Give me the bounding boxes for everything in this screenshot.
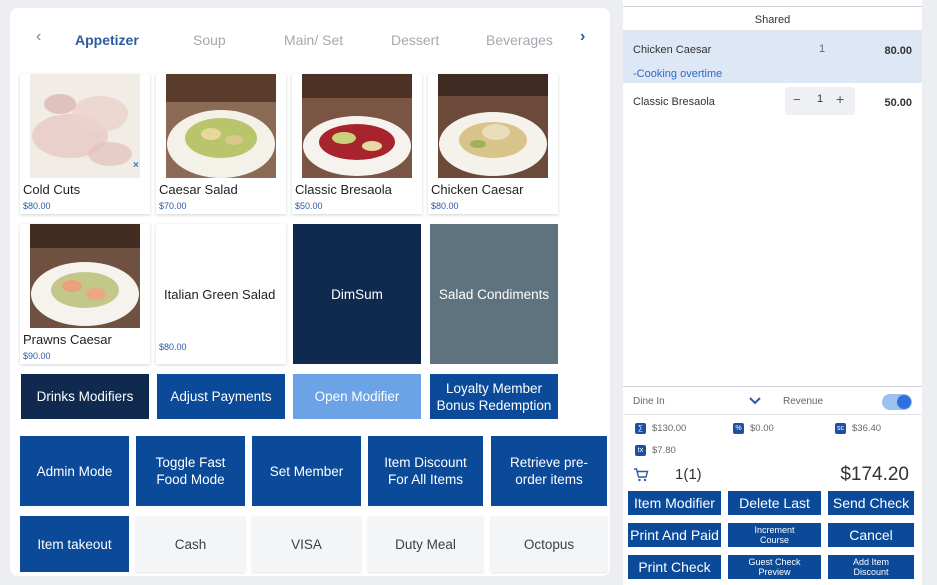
- set-member-button[interactable]: Set Member: [252, 436, 361, 506]
- drinks-modifiers-button[interactable]: Drinks Modifiers: [21, 374, 149, 419]
- qty-stepper: − 1 +: [785, 87, 855, 115]
- order-item-name: Chicken Caesar: [633, 44, 712, 56]
- order-section-label: Shared: [754, 14, 791, 26]
- next-category-icon[interactable]: ›: [580, 28, 585, 46]
- ad-close-icon[interactable]: ×: [133, 160, 139, 171]
- item-name: Caesar Salad: [159, 182, 238, 197]
- tax-summary: tx $7.80: [635, 442, 676, 460]
- revenue-toggle[interactable]: [882, 394, 912, 410]
- guest-check-preview-button[interactable]: Guest Check Preview: [728, 555, 821, 579]
- toggle-knob: [897, 395, 911, 409]
- subtotal-summary: ∑ $130.00: [635, 420, 686, 438]
- item-price: $50.00: [295, 201, 323, 211]
- tax-value: $7.80: [652, 445, 676, 457]
- dine-mode-select[interactable]: Dine In: [633, 396, 665, 407]
- minus-icon[interactable]: −: [793, 92, 801, 107]
- menu-item-classic-bresaola[interactable]: Classic Bresaola $50.00: [292, 74, 422, 214]
- item-modifier-button[interactable]: Item Modifier: [628, 491, 721, 515]
- admin-mode-button[interactable]: Admin Mode: [20, 436, 129, 506]
- service-charge-value: $36.40: [852, 423, 882, 435]
- order-item-selected[interactable]: Chicken Caesar 1 80.00 -Cooking overtime: [623, 31, 922, 83]
- add-item-discount-button[interactable]: Add Item Discount: [828, 555, 914, 579]
- tab-main-set[interactable]: Main/ Set: [284, 32, 343, 48]
- discount-icon: %: [733, 423, 744, 435]
- menu-item-chicken-caesar[interactable]: Chicken Caesar $80.00: [428, 74, 558, 214]
- adjust-payments-button[interactable]: Adjust Payments: [157, 374, 285, 419]
- order-item-price: 80.00: [884, 45, 912, 57]
- chicken-caesar-photo: [438, 74, 548, 178]
- visa-button[interactable]: VISA: [252, 516, 361, 572]
- item-price: $70.00: [159, 201, 187, 211]
- order-item-price: 50.00: [884, 97, 912, 109]
- divider: [623, 414, 922, 415]
- item-count: 1(1): [675, 466, 702, 483]
- category-tab-bar: ‹ Appetizer Soup Main/ Set Dessert Bever…: [10, 8, 610, 72]
- order-total: $174.20: [840, 464, 909, 485]
- tab-beverages[interactable]: Beverages: [486, 32, 553, 48]
- item-discount-all-button[interactable]: Item Discount For All Items: [368, 436, 483, 506]
- send-check-button[interactable]: Send Check: [828, 491, 914, 515]
- toggle-fast-food-button[interactable]: Toggle Fast Food Mode: [136, 436, 245, 506]
- discount-value: $0.00: [750, 423, 774, 435]
- discount-summary: % $0.00: [733, 420, 774, 438]
- subtotal-value: $130.00: [652, 423, 687, 435]
- subtotal-icon: ∑: [635, 423, 646, 435]
- item-name: Classic Bresaola: [295, 182, 392, 197]
- order-item-qty: 1: [817, 93, 824, 105]
- item-price: $80.00: [23, 201, 51, 211]
- divider: [623, 386, 922, 387]
- item-price: $90.00: [23, 351, 51, 361]
- classic-bresaola-photo: [302, 74, 412, 178]
- dimsum-category-tile[interactable]: DimSum: [293, 224, 421, 364]
- open-modifier-button[interactable]: Open Modifier: [293, 374, 421, 419]
- tab-soup[interactable]: Soup: [193, 32, 226, 48]
- cold-cuts-photo: [30, 74, 140, 178]
- cart-icon: [634, 468, 649, 482]
- tax-icon: tx: [635, 445, 646, 457]
- menu-item-prawns-caesar[interactable]: Prawns Caesar $90.00: [20, 224, 150, 364]
- prev-category-icon[interactable]: ‹: [36, 28, 41, 46]
- item-price: $80.00: [431, 201, 459, 211]
- loyalty-redemption-button[interactable]: Loyalty Member Bonus Redemption: [430, 374, 558, 419]
- order-item[interactable]: Classic Bresaola − 1 + 50.00: [623, 85, 922, 119]
- divider: [623, 6, 922, 7]
- cash-button[interactable]: Cash: [136, 516, 245, 572]
- tab-dessert[interactable]: Dessert: [391, 32, 439, 48]
- menu-item-cold-cuts[interactable]: × Cold Cuts $80.00: [20, 74, 150, 214]
- item-takeout-button[interactable]: Item takeout: [20, 516, 129, 572]
- order-item-note: -Cooking overtime: [633, 68, 723, 80]
- caesar-salad-photo: [166, 74, 276, 178]
- plus-icon[interactable]: +: [836, 91, 844, 107]
- chevron-down-icon[interactable]: [749, 396, 761, 406]
- print-check-button[interactable]: Print Check: [628, 555, 721, 579]
- cancel-button[interactable]: Cancel: [828, 523, 914, 547]
- menu-item-italian-green-salad[interactable]: Italian Green Salad $80.00: [156, 224, 286, 364]
- item-name: Cold Cuts: [23, 182, 81, 197]
- order-item-qty: 1: [819, 43, 826, 55]
- service-charge-icon: sc: [835, 423, 846, 435]
- retrieve-preorder-button[interactable]: Retrieve pre-order items: [491, 436, 607, 506]
- item-price: $80.00: [159, 342, 187, 352]
- tab-appetizer[interactable]: Appetizer: [75, 32, 139, 48]
- order-item-name: Classic Bresaola: [633, 96, 715, 108]
- print-and-paid-button[interactable]: Print And Paid: [628, 523, 721, 547]
- octopus-button[interactable]: Octopus: [491, 516, 607, 572]
- service-charge-summary: sc $36.40: [835, 420, 881, 438]
- salad-condiments-tile[interactable]: Salad Condiments: [430, 224, 558, 364]
- delete-last-button[interactable]: Delete Last: [728, 491, 821, 515]
- item-name: Chicken Caesar: [431, 182, 524, 197]
- revenue-label: Revenue: [783, 396, 824, 407]
- item-name: Prawns Caesar: [23, 332, 112, 347]
- prawns-caesar-photo: [30, 224, 140, 328]
- item-name: Italian Green Salad: [164, 287, 276, 302]
- menu-item-caesar-salad[interactable]: Caesar Salad $70.00: [156, 74, 286, 214]
- duty-meal-button[interactable]: Duty Meal: [368, 516, 483, 572]
- increment-course-button[interactable]: Increment Course: [728, 523, 821, 547]
